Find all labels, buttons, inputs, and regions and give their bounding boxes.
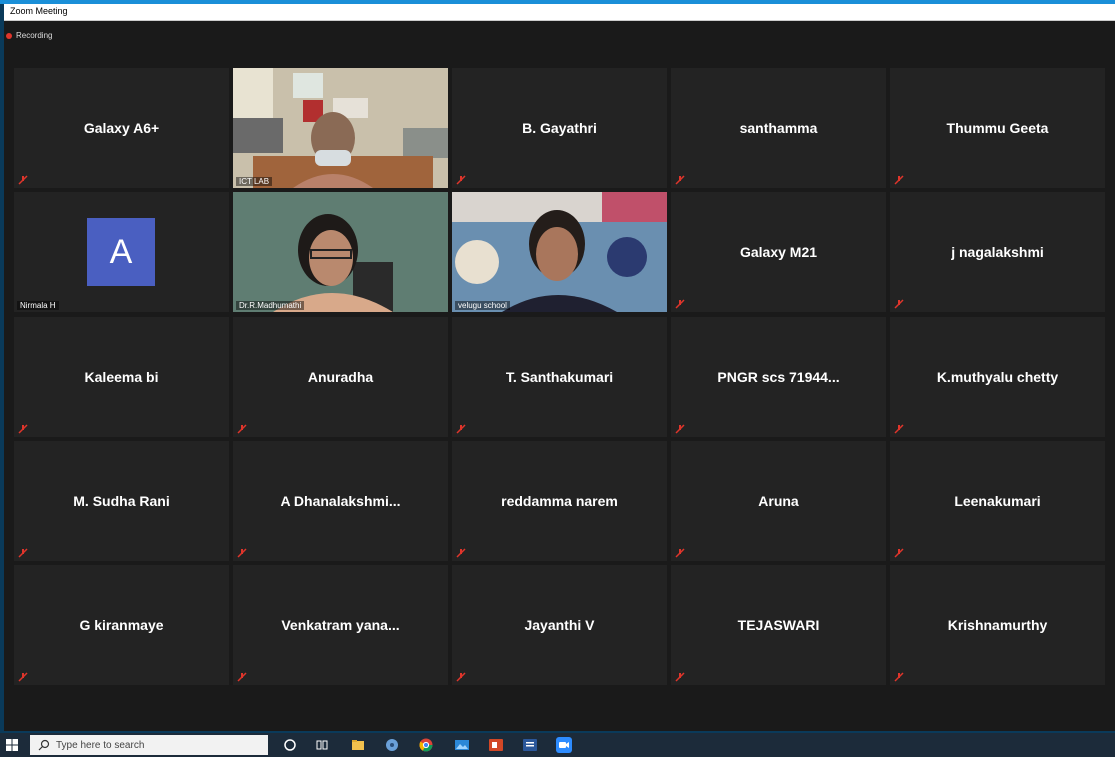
- participant-name: Jayanthi V: [524, 617, 595, 633]
- video-feed-ict-lab: [233, 68, 448, 188]
- participant-name: B. Gayathri: [522, 120, 597, 136]
- title-bar: Zoom Meeting: [4, 4, 1115, 21]
- taskbar-search-box[interactable]: Type here to search: [30, 735, 268, 755]
- participant-label: ICT LAB: [236, 177, 273, 186]
- participant-label: Dr.R.Madhumathi: [236, 301, 305, 310]
- participant-tile[interactable]: Jayanthi V: [452, 565, 667, 685]
- mic-muted-icon: [675, 548, 685, 558]
- mic-muted-icon: [675, 424, 685, 434]
- participant-name: Galaxy A6+: [83, 120, 160, 136]
- mic-muted-icon: [675, 175, 685, 185]
- participant-tile[interactable]: Aruna: [671, 441, 886, 561]
- avatar: A: [87, 218, 155, 286]
- participant-tile[interactable]: Thummu Geeta: [890, 68, 1105, 188]
- mic-muted-icon: [456, 672, 466, 682]
- participant-tile[interactable]: Anuradha: [233, 317, 448, 437]
- mic-muted-icon: [456, 175, 466, 185]
- word-icon[interactable]: [522, 737, 538, 753]
- participant-name: Galaxy M21: [739, 244, 818, 260]
- participant-tile[interactable]: M. Sudha Rani: [14, 441, 229, 561]
- powerpoint-icon[interactable]: [488, 737, 504, 753]
- participant-name: M. Sudha Rani: [73, 493, 170, 509]
- participant-tile[interactable]: PNGR scs 71944...: [671, 317, 886, 437]
- participant-tile[interactable]: Galaxy A6+: [14, 68, 229, 188]
- mic-muted-icon: [894, 672, 904, 682]
- participant-name: Thummu Geeta: [946, 120, 1049, 136]
- participant-name: Anuradha: [307, 369, 374, 385]
- media-player-icon[interactable]: [384, 737, 400, 753]
- participant-name: PNGR scs 71944...: [717, 369, 840, 385]
- search-icon: [38, 739, 50, 751]
- mic-muted-icon: [456, 548, 466, 558]
- mic-muted-icon: [894, 548, 904, 558]
- zoom-app-icon[interactable]: [556, 737, 572, 753]
- participant-tile[interactable]: reddamma narem: [452, 441, 667, 561]
- mic-muted-icon: [894, 175, 904, 185]
- participant-name: Venkatram yana...: [281, 617, 400, 633]
- windows-start-icon[interactable]: [6, 739, 18, 751]
- participant-name: reddamma narem: [501, 493, 618, 509]
- video-feed-madhumathi: [233, 192, 448, 312]
- participant-tile[interactable]: A Dhanalakshmi...: [233, 441, 448, 561]
- mic-muted-icon: [237, 424, 247, 434]
- participant-name: j nagalakshmi: [951, 244, 1044, 260]
- chrome-icon[interactable]: [418, 737, 434, 753]
- participant-tile[interactable]: T. Santhakumari: [452, 317, 667, 437]
- search-placeholder: Type here to search: [56, 739, 145, 751]
- mic-muted-icon: [18, 175, 28, 185]
- mic-muted-icon: [675, 299, 685, 309]
- participant-tile[interactable]: Leenakumari: [890, 441, 1105, 561]
- participant-name: Aruna: [758, 493, 799, 509]
- participant-name: santhamma: [739, 120, 818, 136]
- recording-indicator[interactable]: Recording: [6, 31, 52, 40]
- mic-muted-icon: [894, 299, 904, 309]
- participant-name: TEJASWARI: [737, 617, 820, 633]
- photos-icon[interactable]: [454, 737, 470, 753]
- zoom-window: Zoom Meeting Recording Galaxy A6+ ICT LA…: [4, 4, 1115, 731]
- participant-tile[interactable]: Galaxy M21: [671, 192, 886, 312]
- task-view-icon[interactable]: [314, 737, 330, 753]
- participant-name: Leenakumari: [954, 493, 1041, 509]
- mic-muted-icon: [456, 424, 466, 434]
- participant-tile[interactable]: Krishnamurthy: [890, 565, 1105, 685]
- record-dot-icon: [6, 32, 12, 39]
- participant-name: Kaleema bi: [84, 369, 159, 385]
- cortana-icon[interactable]: [282, 737, 298, 753]
- participant-tile[interactable]: A Nirmala H: [14, 192, 229, 312]
- participant-tile[interactable]: G kiranmaye: [14, 565, 229, 685]
- participant-name: Krishnamurthy: [947, 617, 1048, 633]
- recording-label: Recording: [16, 31, 53, 40]
- participant-tile-video[interactable]: ICT LAB: [233, 68, 448, 188]
- participant-name: K.muthyalu chetty: [936, 369, 1059, 385]
- participant-label: Nirmala H: [17, 301, 59, 310]
- participant-name: A Dhanalakshmi...: [280, 493, 401, 509]
- participant-tile[interactable]: TEJASWARI: [671, 565, 886, 685]
- participant-tile[interactable]: j nagalakshmi: [890, 192, 1105, 312]
- mic-muted-icon: [894, 424, 904, 434]
- file-explorer-icon[interactable]: [350, 737, 366, 753]
- video-feed-velugu-school: [452, 192, 667, 312]
- mic-muted-icon: [237, 672, 247, 682]
- participant-tile[interactable]: K.muthyalu chetty: [890, 317, 1105, 437]
- participant-tile[interactable]: Venkatram yana...: [233, 565, 448, 685]
- mic-muted-icon: [237, 548, 247, 558]
- mic-muted-icon: [18, 424, 28, 434]
- participant-label: velugu school: [455, 301, 510, 310]
- participant-tile-video[interactable]: velugu school: [452, 192, 667, 312]
- mic-muted-icon: [18, 672, 28, 682]
- participant-tile[interactable]: Kaleema bi: [14, 317, 229, 437]
- mic-muted-icon: [675, 672, 685, 682]
- participant-name: G kiranmaye: [79, 617, 164, 633]
- participant-tile-active-speaker[interactable]: Dr.R.Madhumathi: [233, 192, 448, 312]
- participant-tile[interactable]: santhamma: [671, 68, 886, 188]
- participant-name: T. Santhakumari: [505, 369, 614, 385]
- mic-muted-icon: [18, 548, 28, 558]
- participant-tile[interactable]: B. Gayathri: [452, 68, 667, 188]
- window-title: Zoom Meeting: [10, 6, 68, 16]
- windows-taskbar: Type here to search: [0, 733, 1115, 757]
